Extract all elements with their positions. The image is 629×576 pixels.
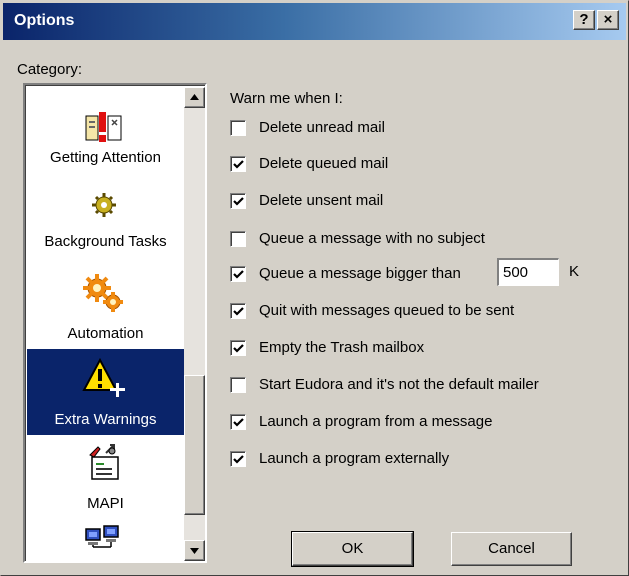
- getting-attention-icon: [85, 112, 122, 142]
- checkbox[interactable]: [230, 340, 246, 356]
- arrow-down-icon: [190, 548, 199, 554]
- warning-triangle-icon: [82, 357, 125, 397]
- checkmark-icon: [233, 270, 244, 279]
- category-item-label: Automation: [67, 325, 144, 342]
- category-item-label: MAPI: [87, 495, 124, 512]
- warning-option-label: Launch a program from a message: [259, 413, 493, 430]
- category-item-getting-attention[interactable]: Getting Attention: [27, 87, 184, 169]
- network-computers-icon: [85, 525, 119, 548]
- checkbox[interactable]: [230, 451, 246, 467]
- checkbox[interactable]: [230, 303, 246, 319]
- ok-button[interactable]: OK: [291, 531, 414, 567]
- mapi-icon: [89, 444, 119, 480]
- checkmark-icon: [233, 307, 244, 316]
- category-item-mapi[interactable]: MAPI: [27, 437, 184, 521]
- warning-option-label: Queue a message bigger than: [259, 265, 461, 282]
- background-tasks-gear-icon: [92, 193, 116, 217]
- category-item-label: Extra Warnings: [54, 411, 157, 428]
- options-dialog: Options ? × Category: Getting Attention: [0, 0, 629, 576]
- checkbox[interactable]: [230, 120, 246, 136]
- window-title: Options: [14, 12, 75, 29]
- help-button[interactable]: ?: [573, 10, 595, 30]
- size-unit-label: K: [569, 263, 580, 280]
- warn-section-title: Warn me when I:: [230, 90, 343, 107]
- category-item-network[interactable]: [27, 521, 184, 561]
- checkmark-icon: [233, 160, 244, 169]
- scroll-thumb[interactable]: [184, 375, 205, 515]
- warning-option-label: Start Eudora and it's not the default ma…: [259, 376, 539, 393]
- warning-option-label: Quit with messages queued to be sent: [259, 302, 515, 319]
- message-size-input[interactable]: [497, 258, 559, 286]
- warning-option-label: Delete unsent mail: [259, 192, 384, 209]
- checkbox[interactable]: [230, 231, 246, 247]
- category-scrollbar[interactable]: [184, 87, 205, 561]
- category-item-automation[interactable]: Automation: [27, 265, 184, 349]
- category-list[interactable]: Getting Attention Background Tasks Autom…: [23, 83, 207, 563]
- checkbox[interactable]: [230, 193, 246, 209]
- warning-option-label: Launch a program externally: [259, 450, 450, 467]
- checkbox[interactable]: [230, 266, 246, 282]
- scroll-up-button[interactable]: [184, 87, 205, 108]
- arrow-up-icon: [190, 94, 199, 100]
- title-bar[interactable]: Options ? ×: [3, 3, 626, 40]
- category-item-label: Background Tasks: [44, 233, 167, 250]
- checkbox[interactable]: [230, 414, 246, 430]
- checkbox[interactable]: [230, 156, 246, 172]
- scroll-down-button[interactable]: [184, 540, 205, 561]
- checkmark-icon: [233, 418, 244, 427]
- category-item-background-tasks[interactable]: Background Tasks: [27, 181, 184, 263]
- warning-option-label: Delete queued mail: [259, 155, 389, 172]
- category-label: Category:: [17, 61, 83, 78]
- cancel-button[interactable]: Cancel: [451, 532, 572, 566]
- category-item-label: Getting Attention: [50, 149, 161, 166]
- automation-gears-icon: [83, 274, 123, 312]
- warning-option-label: Delete unread mail: [259, 119, 385, 136]
- checkmark-icon: [233, 455, 244, 464]
- category-item-extra-warnings[interactable]: Extra Warnings: [27, 349, 184, 435]
- warning-option-label: Queue a message with no subject: [259, 230, 485, 247]
- checkmark-icon: [233, 197, 244, 206]
- checkbox[interactable]: [230, 377, 246, 393]
- warning-option-label: Empty the Trash mailbox: [259, 339, 425, 356]
- checkmark-icon: [233, 344, 244, 353]
- close-button[interactable]: ×: [597, 10, 619, 30]
